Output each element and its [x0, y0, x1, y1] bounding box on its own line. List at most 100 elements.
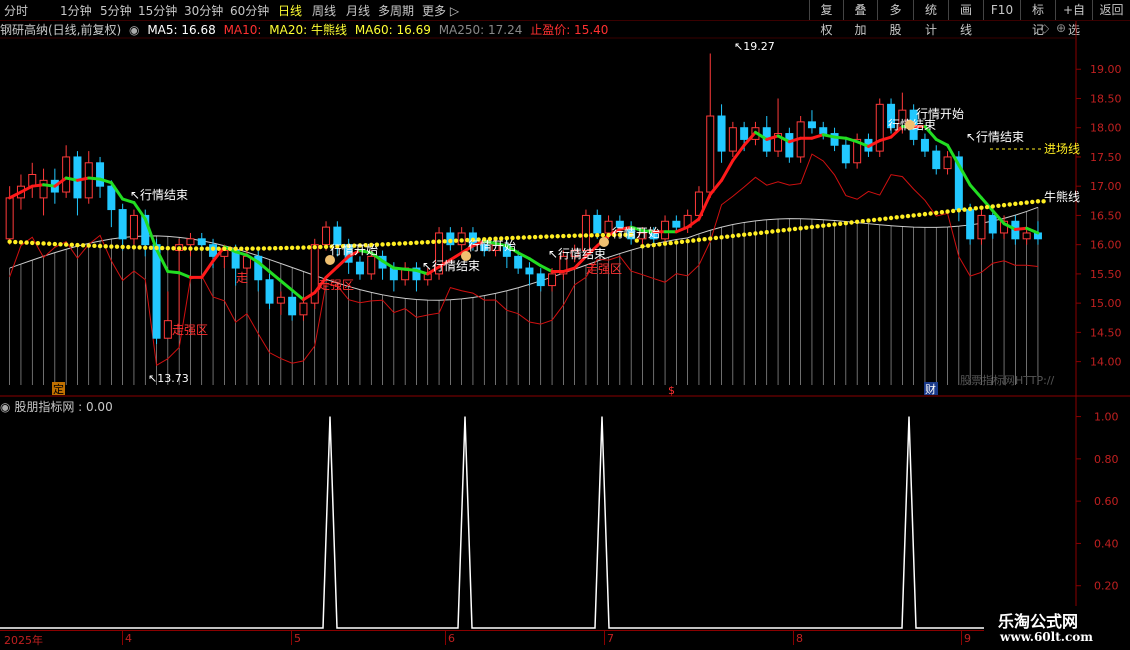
bull-bear-dot	[137, 245, 142, 250]
bull-bear-dot	[917, 212, 922, 217]
bull-bear-dot	[561, 233, 566, 239]
bull-bear-dot	[770, 229, 775, 234]
bull-bear-dot	[990, 204, 995, 209]
bull-bear-dot	[126, 244, 131, 250]
bull-bear-dot	[1001, 202, 1007, 208]
bull-bear-dot	[301, 245, 306, 250]
bull-bear-dot	[227, 246, 233, 251]
price-axis-label: 16.00	[1090, 239, 1122, 252]
bull-bear-dot	[956, 208, 962, 213]
chart-annotation: 走	[236, 271, 248, 285]
collapse-icon[interactable]: ◉	[0, 400, 10, 414]
bull-bear-dot	[668, 240, 673, 246]
bull-bear-dot	[436, 239, 442, 244]
bull-bear-dot	[877, 217, 882, 222]
bull-bear-dot	[860, 219, 865, 224]
candle-body	[536, 273, 545, 287]
bull-bear-dot	[1013, 201, 1018, 207]
bull-bear-dot	[578, 233, 583, 238]
chart-annotation: ↖行情结束	[422, 259, 480, 273]
bull-bear-dot	[951, 208, 956, 214]
bull-bear-dot	[13, 239, 18, 245]
date-label-0: 2025年	[4, 634, 43, 647]
bull-bear-dot	[148, 245, 154, 250]
ma250-line	[9, 206, 1039, 301]
date-label-3: 6	[448, 632, 455, 645]
trend-line-segment	[200, 259, 215, 279]
price-axis-label: 14.50	[1090, 326, 1122, 339]
date-label-4: 7	[607, 632, 614, 645]
price-axis-label: 15.00	[1090, 297, 1122, 310]
bull-bear-dot	[431, 239, 436, 245]
sub-axis-label: 0.80	[1094, 453, 1119, 466]
chart-annotation: 走强区	[318, 278, 354, 292]
bull-bear-dot	[295, 245, 300, 250]
price-chart[interactable]: 19.00 18.50 18.00 17.50 17.00 16.50 16.00 15.50…	[0, 0, 1130, 650]
bull-bear-dot	[154, 245, 159, 251]
bull-bear-dot	[1024, 200, 1029, 205]
bull-bear-dot	[323, 244, 329, 250]
high-price-label: ↖19.27	[734, 40, 775, 53]
candle-body	[62, 156, 71, 193]
trend-line-segment	[392, 266, 407, 271]
bull-bear-dot	[30, 240, 35, 246]
bull-bear-dot	[182, 246, 187, 251]
candle-body	[807, 121, 816, 129]
bull-bear-dot	[696, 237, 702, 243]
bull-bear-dot	[250, 246, 255, 251]
bull-bear-dot	[538, 234, 543, 240]
bull-bear-dot	[131, 245, 137, 250]
sub-axis-label: 1.00	[1094, 411, 1119, 424]
trend-line-segment	[279, 279, 294, 292]
bull-bear-dot	[278, 245, 284, 251]
candle-body	[706, 115, 715, 193]
bull-bear-dot	[651, 242, 656, 248]
chart-annotation: 进场线	[1044, 142, 1080, 156]
bull-bear-dot	[7, 239, 12, 244]
bull-bear-dot	[284, 245, 289, 251]
bull-bear-dot	[86, 243, 91, 248]
bull-bear-dot	[804, 225, 809, 230]
candle-body	[728, 127, 737, 152]
bull-bear-dot	[160, 245, 165, 251]
chart-annotation: 行情开始	[612, 226, 660, 240]
logo-line2: www.60lt.com	[1000, 630, 1093, 644]
bull-bear-dot	[894, 215, 899, 220]
candle-body	[197, 238, 206, 246]
bull-bear-dot	[657, 242, 662, 247]
candle-body	[988, 214, 997, 234]
bull-bear-dot	[408, 240, 413, 246]
bull-bear-dot	[448, 238, 453, 244]
trend-line-segment	[1025, 226, 1040, 235]
candle-body	[977, 214, 986, 240]
candle-body	[661, 220, 670, 240]
bull-bear-dot	[306, 245, 312, 250]
bull-bear-dot	[838, 221, 843, 226]
chart-annotation: 行情开始	[916, 107, 964, 121]
candle-body	[5, 197, 14, 240]
bull-bear-dot	[233, 246, 238, 251]
chart-annotation: 行情开始	[468, 239, 516, 253]
bull-bear-dot	[216, 246, 221, 251]
bull-bear-dot	[871, 217, 877, 223]
trend-line-segment	[42, 183, 57, 188]
watermark: 股票指标网HTTP://	[960, 374, 1055, 387]
bull-bear-dot	[888, 215, 894, 221]
bull-bear-dot	[843, 220, 849, 226]
bull-bear-dot	[256, 246, 261, 251]
candle-body	[785, 133, 794, 158]
bull-bear-dot	[273, 246, 278, 251]
bull-bear-dot	[826, 222, 832, 228]
bull-bear-dot	[984, 204, 990, 210]
candle-body	[84, 162, 93, 199]
candle-body	[875, 103, 884, 152]
bull-bear-dot	[583, 233, 589, 238]
date-separator	[604, 631, 605, 645]
date-label-1: 4	[125, 632, 132, 645]
candle-body	[107, 185, 116, 211]
trend-line-segment	[527, 257, 543, 268]
sub-indicator-title[interactable]: ◉ 股朋指标网 : 0.00	[0, 398, 113, 415]
bull-bear-dot	[741, 232, 747, 237]
bull-bear-dot	[566, 233, 572, 239]
bull-bear-dot	[1007, 202, 1012, 207]
